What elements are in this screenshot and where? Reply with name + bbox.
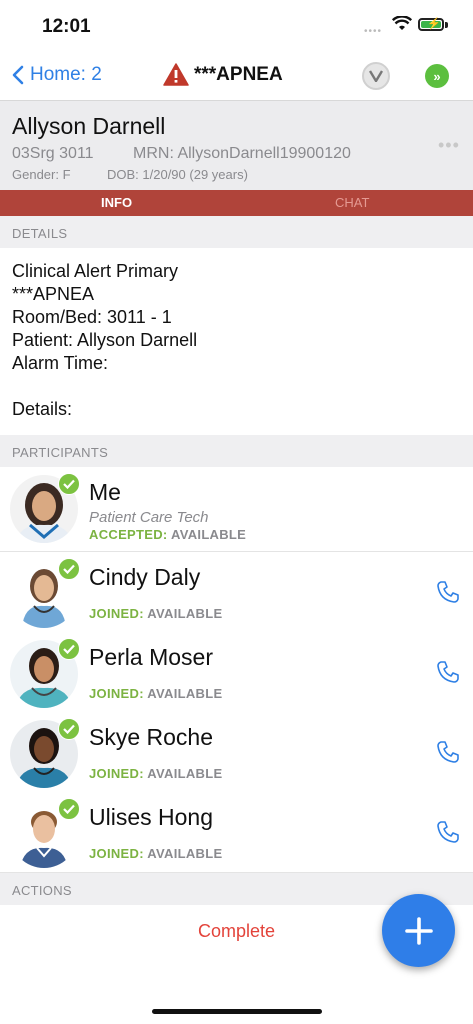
battery-icon: ⚡: [418, 18, 444, 31]
participant-state: JOINED:: [89, 766, 144, 781]
warning-icon: [163, 63, 189, 86]
participant-state: JOINED:: [89, 686, 144, 701]
tab-info[interactable]: INFO: [101, 195, 132, 210]
status-time: 12:01: [42, 16, 91, 37]
back-button[interactable]: Home: 2: [12, 64, 102, 86]
nav-bar: Home: 2 ***APNEA »: [0, 50, 473, 100]
battery-tip: [445, 22, 448, 28]
participant-status: JOINED: AVAILABLE: [89, 846, 222, 861]
details-line: Alarm Time:: [12, 353, 109, 373]
section-participants-label: PARTICIPANTS: [12, 445, 109, 460]
details-line: ***APNEA: [12, 284, 95, 304]
nav-title: ***APNEA: [163, 63, 283, 86]
check-icon: [58, 718, 80, 740]
details-line: [12, 375, 197, 398]
back-chevron-icon: [12, 65, 24, 85]
participant-availability: AVAILABLE: [147, 846, 223, 861]
phone-icon[interactable]: [436, 660, 460, 684]
participant-status: JOINED: AVAILABLE: [89, 686, 222, 701]
back-label: Home: 2: [30, 64, 102, 85]
more-icon[interactable]: •••: [438, 135, 460, 156]
phone-icon[interactable]: [436, 820, 460, 844]
participant-row-me[interactable]: Me Patient Care Tech ACCEPTED: AVAILABLE: [0, 467, 473, 552]
participant-row-ulises-hong[interactable]: Ulises Hong JOINED: AVAILABLE: [0, 792, 473, 873]
nav-title-text: ***APNEA: [194, 63, 283, 85]
patient-mrn: MRN: AllysonDarnell19900120: [133, 145, 351, 162]
participant-status: JOINED: AVAILABLE: [89, 766, 222, 781]
signal-icon: ••••: [364, 26, 383, 37]
details-line: Room/Bed: 3011 - 1: [12, 307, 172, 327]
status-bar: 12:01 •••• ⚡: [0, 0, 473, 50]
participant-availability: AVAILABLE: [170, 527, 247, 542]
tab-chat[interactable]: CHAT: [335, 195, 369, 210]
participant-name: Skye Roche: [89, 724, 214, 750]
participant-availability: AVAILABLE: [147, 686, 223, 701]
forward-icon: »: [433, 68, 441, 84]
section-details-label: DETAILS: [12, 226, 68, 241]
home-indicator[interactable]: [152, 1009, 322, 1014]
participant-row-perla-moser[interactable]: Perla Moser JOINED: AVAILABLE: [0, 632, 473, 713]
participant-row-cindy-daly[interactable]: Cindy Daly JOINED: AVAILABLE: [0, 552, 473, 633]
vocera-icon: [369, 70, 383, 82]
patient-header: Allyson Darnell 03Srg 3011 MRN: AllysonD…: [0, 100, 473, 191]
check-icon: [58, 473, 80, 495]
add-button[interactable]: [382, 894, 455, 967]
participant-name: Perla Moser: [89, 644, 213, 670]
tab-bar: INFO CHAT: [0, 190, 473, 216]
participant-availability: AVAILABLE: [147, 766, 223, 781]
wifi-icon: [392, 16, 412, 30]
participant-status: ACCEPTED: AVAILABLE: [89, 527, 246, 542]
participant-state: JOINED:: [89, 846, 144, 861]
patient-dob: DOB: 1/20/90 (29 years): [107, 167, 248, 182]
vocera-button[interactable]: [362, 62, 390, 90]
participant-state: ACCEPTED:: [89, 527, 168, 542]
participant-row-skye-roche[interactable]: Skye Roche JOINED: AVAILABLE: [0, 712, 473, 793]
details-line: Clinical Alert Primary: [12, 261, 179, 281]
patient-unit: 03Srg 3011: [12, 145, 94, 162]
participant-state: JOINED:: [89, 606, 144, 621]
participant-status: JOINED: AVAILABLE: [89, 606, 222, 621]
participant-availability: AVAILABLE: [147, 606, 223, 621]
participant-name: Cindy Daly: [89, 564, 201, 590]
participant-name: Ulises Hong: [89, 804, 213, 830]
patient-gender: Gender: F: [12, 167, 71, 182]
phone-icon[interactable]: [436, 740, 460, 764]
plus-icon: [404, 916, 433, 945]
check-icon: [58, 798, 80, 820]
details-text: Clinical Alert Primary ***APNEA Room/Bed…: [12, 260, 197, 421]
section-actions-label: ACTIONS: [12, 883, 72, 898]
patient-name: Allyson Darnell: [12, 113, 166, 139]
forward-button[interactable]: »: [425, 64, 449, 88]
section-header-participants: PARTICIPANTS: [0, 435, 473, 467]
phone-icon[interactable]: [436, 580, 460, 604]
section-header-details: DETAILS: [0, 216, 473, 248]
participant-name: Me: [89, 479, 121, 505]
participant-role: Patient Care Tech: [89, 509, 209, 526]
details-line: Patient: Allyson Darnell: [12, 330, 198, 350]
details-line: Details:: [12, 399, 73, 419]
check-icon: [58, 638, 80, 660]
check-icon: [58, 558, 80, 580]
